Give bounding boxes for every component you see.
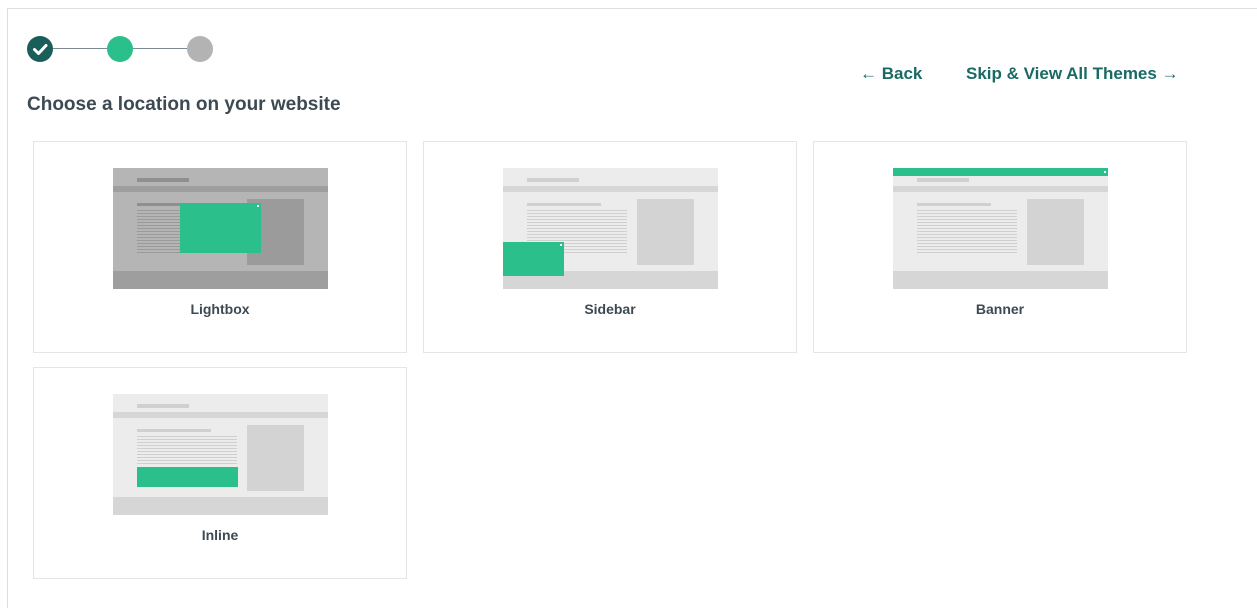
location-card-inline[interactable]: Inline	[33, 367, 407, 579]
skip-view-all-themes-link[interactable]: Skip & View All Themes →	[966, 64, 1179, 84]
location-label: Lightbox	[190, 301, 250, 317]
location-card-lightbox[interactable]: Lightbox	[33, 141, 407, 353]
banner-preview-image	[893, 168, 1108, 289]
lightbox-preview-image	[113, 168, 328, 289]
step-upcoming	[187, 36, 213, 62]
location-card-banner[interactable]: Banner	[813, 141, 1187, 353]
location-label: Banner	[975, 301, 1025, 317]
step-completed-checkmark-icon	[27, 36, 53, 62]
page-title: Choose a location on your website	[27, 94, 341, 115]
stepper-connector	[133, 48, 187, 49]
step-current	[107, 36, 133, 62]
inline-preview-image	[113, 394, 328, 515]
location-label: Inline	[201, 527, 239, 543]
progress-stepper	[27, 36, 217, 64]
location-card-sidebar[interactable]: Sidebar	[423, 141, 797, 353]
back-link[interactable]: ← Back	[860, 64, 922, 84]
stepper-connector	[53, 48, 107, 49]
sidebar-preview-image	[503, 168, 718, 289]
location-label: Sidebar	[584, 301, 636, 317]
